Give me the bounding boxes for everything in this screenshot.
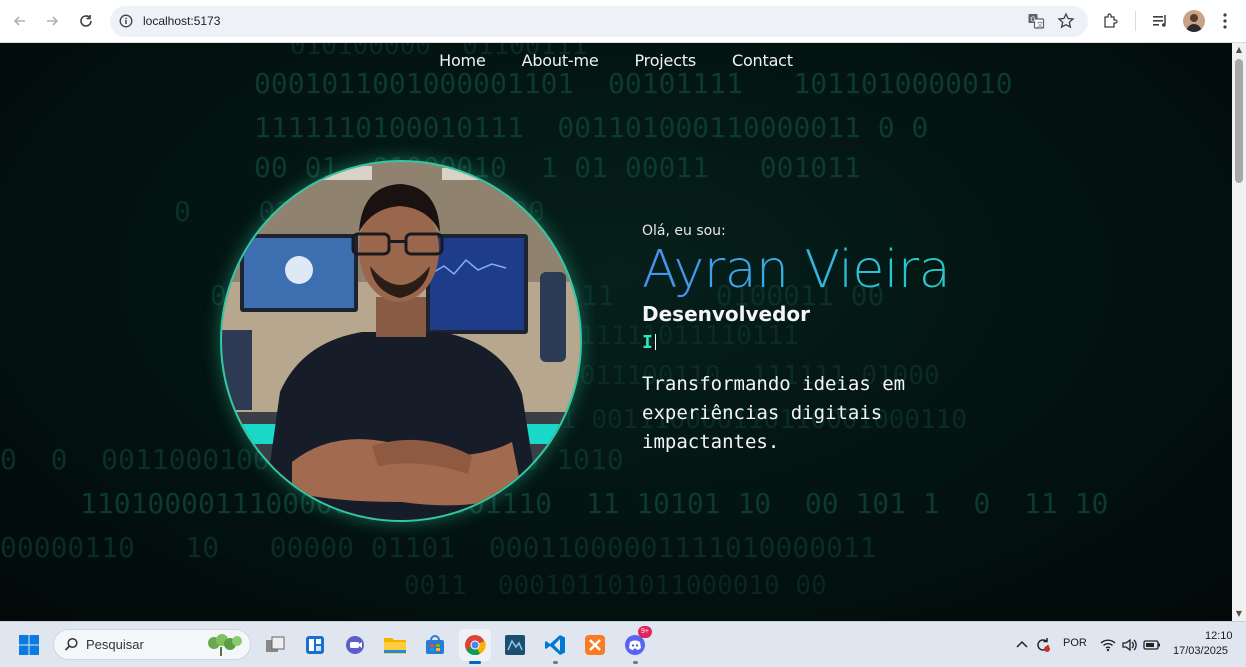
translate-icon[interactable]: G文 (1027, 12, 1045, 30)
nav-link-about-me[interactable]: About-me (522, 51, 599, 70)
media-control-icon[interactable] (1151, 12, 1169, 30)
taskbar: Pesquisar 9+ POR 12:10 17/03/2025 (0, 621, 1246, 667)
taskbar-search[interactable]: Pesquisar (53, 629, 251, 660)
open-indicator (633, 661, 638, 664)
typing-caret (654, 334, 656, 350)
widgets-icon[interactable] (299, 629, 331, 661)
clock-time[interactable]: 12:10 (1205, 630, 1233, 642)
mysql-workbench-icon[interactable] (499, 629, 531, 661)
search-placeholder: Pesquisar (86, 637, 144, 652)
discord-icon[interactable]: 9+ (619, 626, 652, 664)
search-icon (64, 637, 79, 652)
matrix-text: 00000110 10 00000 01101 0001100000111101… (0, 531, 877, 564)
puzzle-icon[interactable] (1102, 12, 1120, 30)
sync-icon[interactable] (1027, 629, 1059, 661)
clock-date[interactable]: 17/03/2025 (1173, 645, 1228, 657)
svg-text:文: 文 (1037, 20, 1044, 29)
star-icon[interactable] (1057, 12, 1075, 30)
address-bar[interactable]: localhost:5173 G文 (110, 6, 1088, 37)
windows-start-icon[interactable] (13, 629, 45, 661)
greeting-text: Olá, eu sou: (642, 223, 726, 239)
page-scrollbar[interactable]: ▲ ▼ (1232, 43, 1246, 621)
toolbar-divider (1135, 11, 1136, 31)
vscode-icon[interactable] (539, 629, 571, 664)
matrix-text: 0011 000101101011000010 00 (404, 571, 827, 601)
chrome-icon[interactable] (459, 629, 491, 664)
store-icon[interactable] (419, 629, 451, 661)
profile-photo (220, 160, 582, 522)
scroll-thumb[interactable] (1235, 59, 1243, 183)
typed-text-value: I (642, 332, 653, 353)
scroll-down-icon[interactable]: ▼ (1234, 609, 1244, 619)
clover-icon (204, 633, 244, 657)
kebab-menu-icon[interactable] (1218, 12, 1232, 30)
svg-text:G: G (1030, 15, 1035, 23)
typed-text: I (642, 332, 1202, 356)
hero-role: Desenvolvedor (642, 302, 811, 326)
chat-icon[interactable] (339, 629, 371, 661)
reload-icon[interactable] (72, 7, 100, 35)
nav-link-projects[interactable]: Projects (635, 51, 697, 70)
matrix-text: 0001011001000001101 00101111 10110100000… (254, 67, 1013, 100)
browser-toolbar: localhost:5173 G文 (0, 0, 1246, 43)
hero-tagline: Transformando ideias em experiências dig… (642, 373, 906, 453)
task-view-icon[interactable] (259, 629, 291, 661)
back-arrow-icon[interactable] (6, 7, 34, 35)
xampp-icon[interactable] (579, 629, 611, 661)
hero-text: Olá, eu sou: Ayran Vieira Desenvolvedor … (642, 223, 1202, 457)
url-text[interactable]: localhost:5173 (143, 14, 220, 28)
scroll-up-icon[interactable]: ▲ (1234, 45, 1244, 55)
nav-link-home[interactable]: Home (439, 51, 486, 70)
info-icon[interactable] (119, 14, 133, 28)
language-indicator[interactable]: POR (1063, 637, 1087, 649)
battery-icon[interactable] (1136, 629, 1168, 661)
page-viewport: 010100000 01100111 0001011001000001101 0… (0, 43, 1232, 621)
notification-badge: 9+ (638, 626, 652, 638)
nav-link-contact[interactable]: Contact (732, 51, 793, 70)
open-indicator (553, 661, 558, 664)
active-indicator (469, 661, 481, 664)
matrix-text: 1101000011100000111111001110 11 10101 10… (80, 487, 1109, 520)
file-explorer-icon[interactable] (379, 629, 411, 661)
forward-arrow-icon[interactable] (38, 7, 66, 35)
matrix-text: 1111110100010111 001101000110000011 0 0 (254, 111, 929, 144)
hero-name: Ayran Vieira (642, 240, 1202, 300)
site-nav: Home About-me Projects Contact (0, 51, 1232, 70)
profile-avatar[interactable] (1183, 10, 1205, 32)
